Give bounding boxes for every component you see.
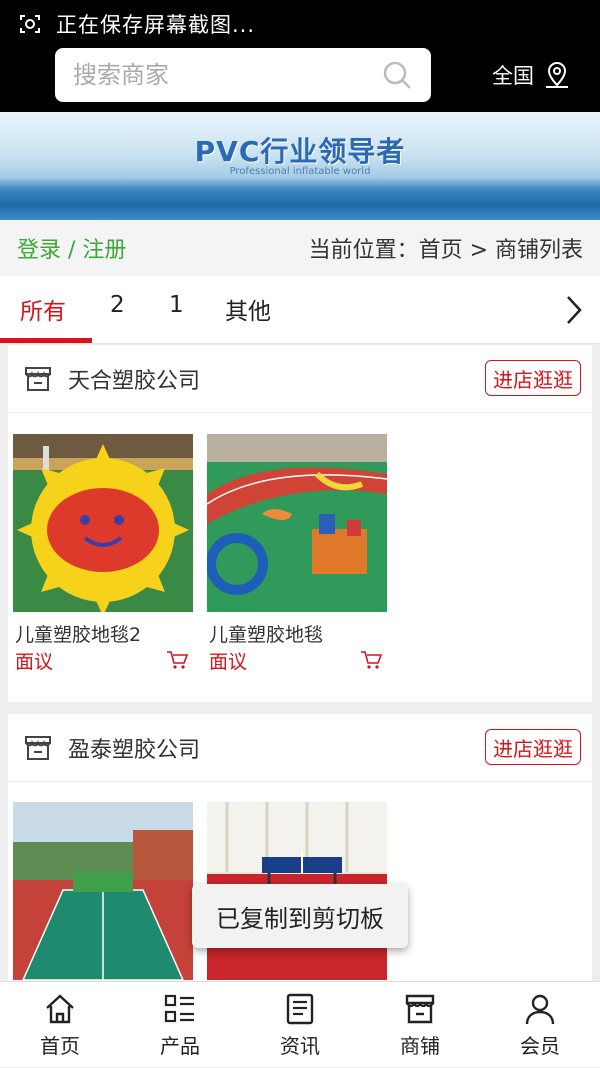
shop-icon bbox=[25, 736, 51, 760]
login-register-link[interactable]: 登录 / 注册 bbox=[17, 232, 126, 264]
shop-icon bbox=[25, 367, 51, 391]
product-image[interactable] bbox=[207, 434, 387, 612]
banner[interactable]: PVC行业领导者 Professional inflatable world bbox=[0, 112, 600, 220]
bottom-nav: 首页 产品 资讯 商铺 会员 bbox=[0, 981, 600, 1067]
current-position: 当前位置：首页 > 商铺列表 bbox=[308, 238, 583, 263]
toast-message: 已复制到剪切板 bbox=[192, 884, 408, 948]
member-icon bbox=[525, 994, 555, 1025]
chevron-right-icon[interactable] bbox=[564, 294, 584, 326]
banner-title: PVC行业领导者 bbox=[194, 135, 406, 168]
category-tabs: 所有 2 1 其他 bbox=[0, 276, 600, 344]
product-price: 面议 bbox=[209, 651, 248, 673]
active-tab-indicator bbox=[0, 338, 92, 343]
tab-1[interactable]: 1 bbox=[169, 292, 184, 318]
product-image[interactable] bbox=[13, 434, 193, 612]
product-price: 面议 bbox=[15, 651, 54, 673]
region-selector[interactable]: 全国 bbox=[492, 60, 572, 90]
top-bar: 全国 bbox=[0, 48, 600, 112]
home-icon bbox=[46, 994, 74, 1024]
status-message: 正在保存屏幕截图... bbox=[56, 13, 256, 37]
nav-label: 资讯 bbox=[280, 1034, 320, 1058]
nav-member[interactable]: 会员 bbox=[480, 982, 600, 1068]
cart-icon[interactable] bbox=[360, 650, 382, 670]
nav-product[interactable]: 产品 bbox=[120, 982, 240, 1068]
news-icon bbox=[286, 993, 314, 1025]
search-icon[interactable] bbox=[381, 59, 413, 91]
shop-header: 天合塑胶公司 进店逛逛 bbox=[8, 345, 592, 413]
visit-shop-button[interactable]: 进店逛逛 bbox=[485, 729, 581, 765]
region-label: 全国 bbox=[492, 64, 534, 88]
nav-label: 商铺 bbox=[400, 1034, 440, 1058]
shop-card: 天合塑胶公司 进店逛逛 儿童塑胶地毯2 面议 儿童塑胶地毯 面议 bbox=[8, 345, 592, 702]
search-box[interactable] bbox=[55, 48, 431, 102]
shop-header: 盈泰塑胶公司 进店逛逛 bbox=[8, 714, 592, 782]
tab-other[interactable]: 其他 bbox=[225, 292, 271, 326]
search-input[interactable] bbox=[73, 58, 363, 92]
screenshot-icon bbox=[20, 15, 40, 33]
shop-name[interactable]: 盈泰塑胶公司 bbox=[68, 732, 200, 764]
product-list-icon bbox=[164, 994, 194, 1023]
banner-subtitle: Professional inflatable world bbox=[229, 166, 371, 177]
product-name[interactable]: 儿童塑胶地毯 bbox=[209, 620, 323, 647]
location-pin-icon bbox=[546, 61, 568, 88]
product-image[interactable] bbox=[13, 802, 193, 980]
shop-icon bbox=[405, 994, 435, 1024]
nav-news[interactable]: 资讯 bbox=[240, 982, 360, 1068]
tab-2[interactable]: 2 bbox=[110, 292, 125, 318]
nav-label: 首页 bbox=[40, 1034, 80, 1058]
nav-label: 产品 bbox=[160, 1034, 200, 1058]
status-bar: 正在保存屏幕截图... bbox=[0, 0, 600, 48]
shop-name[interactable]: 天合塑胶公司 bbox=[68, 363, 200, 395]
product-name[interactable]: 儿童塑胶地毯2 bbox=[15, 620, 141, 647]
nav-shop[interactable]: 商铺 bbox=[360, 982, 480, 1068]
breadcrumb: 登录 / 注册 当前位置：首页 > 商铺列表 bbox=[0, 220, 600, 276]
nav-home[interactable]: 首页 bbox=[0, 982, 120, 1068]
nav-label: 会员 bbox=[520, 1034, 560, 1058]
cart-icon[interactable] bbox=[166, 650, 188, 670]
tab-all[interactable]: 所有 bbox=[20, 292, 66, 326]
visit-shop-button[interactable]: 进店逛逛 bbox=[485, 360, 581, 396]
